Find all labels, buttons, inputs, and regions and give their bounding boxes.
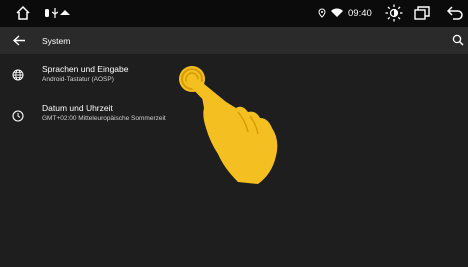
back-icon[interactable] — [447, 6, 463, 20]
status-bar: 09:40 — [0, 0, 468, 27]
status-time: 09:40 — [348, 8, 372, 19]
usb-icon — [52, 8, 58, 18]
clock-icon — [12, 110, 24, 122]
back-arrow-icon[interactable] — [13, 35, 25, 46]
brightness-icon[interactable] — [385, 4, 403, 22]
page-title: System — [42, 36, 71, 46]
settings-item-subtitle: Android-Tastatur (AOSP) — [42, 76, 114, 83]
settings-item-title: Sprachen und Eingabe — [42, 64, 129, 74]
search-icon[interactable] — [452, 34, 464, 46]
app-bar: System — [0, 27, 468, 54]
settings-item-title: Datum und Uhrzeit — [42, 103, 113, 113]
location-icon — [318, 8, 326, 18]
wifi-icon — [331, 8, 343, 17]
cloud-icon — [60, 10, 70, 15]
recent-apps-icon[interactable] — [414, 6, 430, 20]
tap-hand-icon — [179, 66, 278, 184]
globe-icon — [12, 69, 24, 81]
notification-dot-icon — [45, 9, 49, 17]
settings-item-subtitle: GMT+02:00 Mitteleuropäische Sommerzeit — [42, 115, 166, 122]
home-icon[interactable] — [15, 5, 31, 21]
